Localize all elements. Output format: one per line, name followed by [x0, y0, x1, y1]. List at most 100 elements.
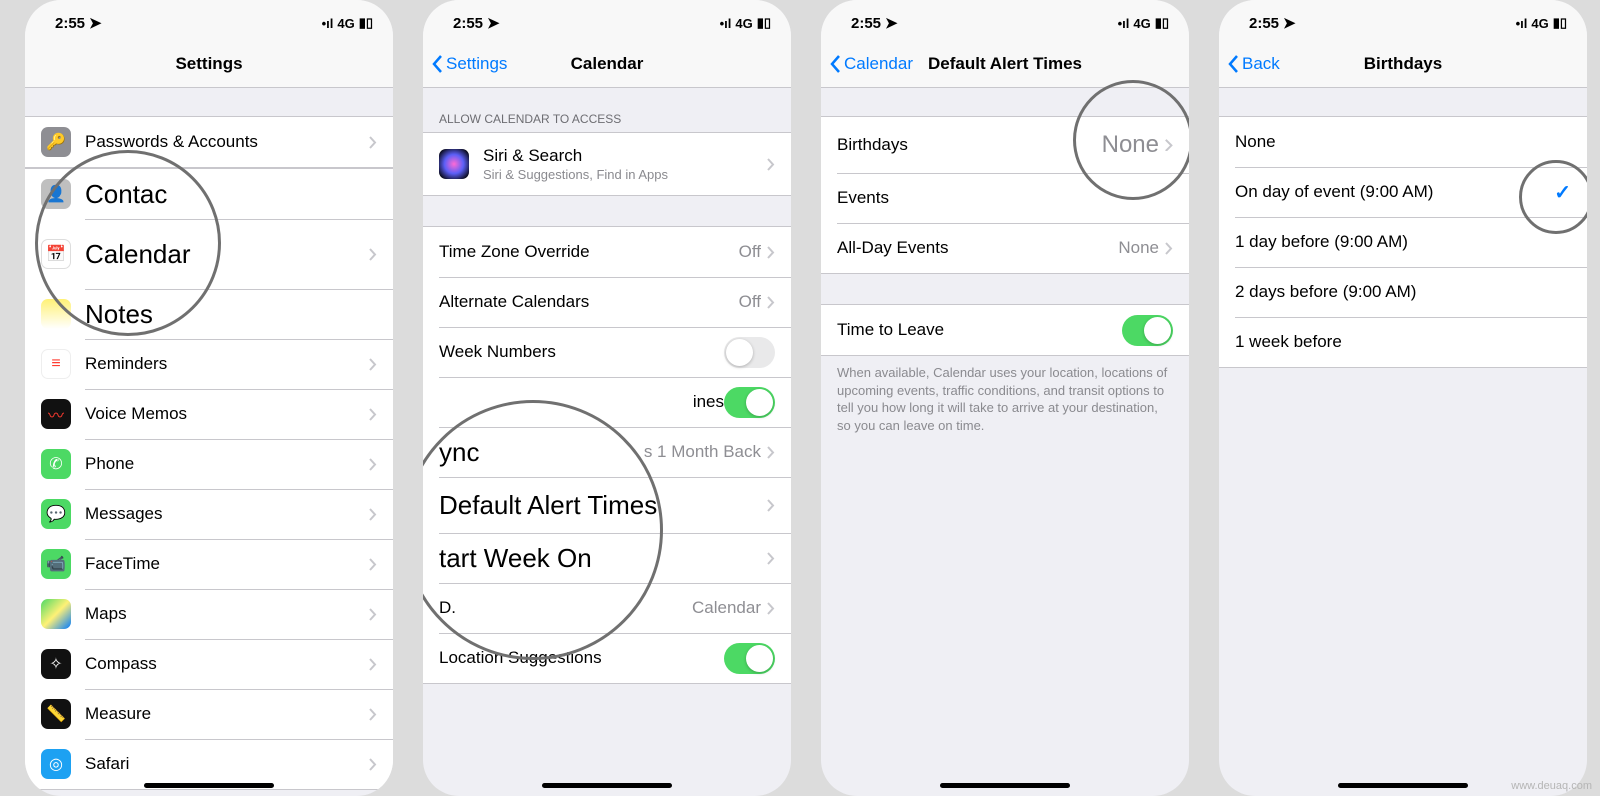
home-indicator[interactable]	[542, 783, 672, 788]
option-on-day[interactable]: On day of event (9:00 AM) ✓	[1219, 167, 1587, 217]
row-safari[interactable]: ◎ Safari	[25, 739, 393, 789]
chevron-icon	[369, 136, 377, 149]
maps-icon	[41, 599, 71, 629]
option-1-day-before[interactable]: 1 day before (9:00 AM)	[1219, 217, 1587, 267]
row-voice-memos[interactable]: 〰 Voice Memos	[25, 389, 393, 439]
option-2-days-before[interactable]: 2 days before (9:00 AM)	[1219, 267, 1587, 317]
row-siri-search[interactable]: Siri & Search Siri & Suggestions, Find i…	[423, 133, 791, 195]
row-week-numbers[interactable]: Week Numbers	[423, 327, 791, 377]
toggle-location-suggestions[interactable]	[724, 643, 775, 674]
nav-bar: Settings Calendar	[423, 40, 791, 88]
chevron-icon	[1165, 242, 1173, 255]
row-compass[interactable]: ✧ Compass	[25, 639, 393, 689]
toggle-declines[interactable]	[724, 387, 775, 418]
phone-birthdays: 2:55➤ •ıl4G▮▯ Back Birthdays None On day…	[1219, 0, 1587, 796]
row-reminders[interactable]: ≡ Reminders	[25, 339, 393, 389]
option-1-week-before[interactable]: 1 week before	[1219, 317, 1587, 367]
phone-icon: ✆	[41, 449, 71, 479]
back-button[interactable]: Settings	[431, 54, 507, 74]
signal-icon: •ıl	[322, 16, 334, 31]
section-footer: When available, Calendar uses your locat…	[821, 356, 1189, 440]
chevron-icon	[369, 248, 377, 261]
network-label: 4G	[735, 16, 752, 31]
chevron-icon	[369, 508, 377, 521]
row-calendar[interactable]: 📅 Calendar	[25, 219, 393, 289]
status-time: 2:55	[1249, 15, 1279, 32]
messages-icon: 💬	[41, 499, 71, 529]
option-none[interactable]: None	[1219, 117, 1587, 167]
row-time-to-leave[interactable]: Time to Leave	[821, 305, 1189, 355]
status-bar: 2:55➤ •ıl4G▮▯	[821, 0, 1189, 40]
phone-calendar-settings: 2:55➤ •ıl4G▮▯ Settings Calendar ALLOW CA…	[423, 0, 791, 796]
row-maps[interactable]: Maps	[25, 589, 393, 639]
battery-icon: ▮▯	[1155, 15, 1169, 31]
chevron-icon	[369, 658, 377, 671]
status-time: 2:55	[851, 15, 881, 32]
battery-icon: ▮▯	[359, 15, 373, 31]
chevron-icon	[369, 458, 377, 471]
row-facetime[interactable]: 📹 FaceTime	[25, 539, 393, 589]
row-default-calendar[interactable]: D. Calendar	[423, 583, 791, 633]
network-label: 4G	[337, 16, 354, 31]
row-show-declines[interactable]: ines	[423, 377, 791, 427]
safari-icon: ◎	[41, 749, 71, 779]
chevron-icon	[369, 358, 377, 371]
home-indicator[interactable]	[144, 783, 274, 788]
chevron-icon	[369, 708, 377, 721]
back-button[interactable]: Back	[1227, 54, 1280, 74]
location-icon: ➤	[885, 14, 898, 32]
row-notes[interactable]: Notes	[25, 289, 393, 339]
chevron-icon	[369, 558, 377, 571]
network-label: 4G	[1531, 16, 1548, 31]
row-start-week-on[interactable]: tart Week On	[423, 533, 791, 583]
row-alternate-calendars[interactable]: Alternate Calendars Off	[423, 277, 791, 327]
calendar-icon: 📅	[41, 239, 71, 269]
status-bar: 2:55➤ •ıl4G▮▯	[1219, 0, 1587, 40]
row-messages[interactable]: 💬 Messages	[25, 489, 393, 539]
row-location-suggestions[interactable]: Location Suggestions	[423, 633, 791, 683]
status-time: 2:55	[453, 15, 483, 32]
compass-icon: ✧	[41, 649, 71, 679]
section-header: ALLOW CALENDAR TO ACCESS	[423, 88, 791, 132]
checkmark-icon: ✓	[1554, 180, 1571, 205]
chevron-icon	[767, 158, 775, 171]
row-passwords-accounts[interactable]: 🔑 Passwords & Accounts	[25, 117, 393, 167]
chevron-icon	[767, 246, 775, 259]
row-sync[interactable]: ync s 1 Month Back	[423, 427, 791, 477]
key-icon: 🔑	[41, 127, 71, 157]
toggle-week-numbers[interactable]	[724, 337, 775, 368]
location-icon: ➤	[89, 14, 102, 32]
battery-icon: ▮▯	[1553, 15, 1567, 31]
back-button[interactable]: Calendar	[829, 54, 913, 74]
location-icon: ➤	[1283, 14, 1296, 32]
row-all-day-events[interactable]: All-Day Events None	[821, 223, 1189, 273]
phone-default-alert-times: 2:55➤ •ıl4G▮▯ Calendar Default Alert Tim…	[821, 0, 1189, 796]
nav-title: Birthdays	[1364, 54, 1442, 74]
row-events[interactable]: Events	[821, 173, 1189, 223]
home-indicator[interactable]	[1338, 783, 1468, 788]
row-phone[interactable]: ✆ Phone	[25, 439, 393, 489]
contacts-icon: 👤	[41, 179, 71, 209]
location-icon: ➤	[487, 14, 500, 32]
nav-bar: Settings	[25, 40, 393, 88]
signal-icon: •ıl	[1118, 16, 1130, 31]
toggle-time-to-leave[interactable]	[1122, 315, 1173, 346]
row-birthdays[interactable]: Birthdays None	[821, 117, 1189, 173]
nav-bar: Calendar Default Alert Times	[821, 40, 1189, 88]
row-default-alert-times[interactable]: Default Alert Times	[423, 477, 791, 533]
measure-icon: 📏	[41, 699, 71, 729]
status-time: 2:55	[55, 15, 85, 32]
chevron-icon	[1165, 139, 1173, 152]
voice-memos-icon: 〰	[41, 399, 71, 429]
chevron-icon	[767, 602, 775, 615]
row-contacts[interactable]: 👤 Contac	[25, 169, 393, 219]
chevron-icon	[767, 296, 775, 309]
nav-title: Default Alert Times	[928, 54, 1082, 74]
facetime-icon: 📹	[41, 549, 71, 579]
battery-icon: ▮▯	[757, 15, 771, 31]
row-measure[interactable]: 📏 Measure	[25, 689, 393, 739]
chevron-icon	[767, 499, 775, 512]
home-indicator[interactable]	[940, 783, 1070, 788]
nav-title: Calendar	[571, 54, 644, 74]
row-time-zone-override[interactable]: Time Zone Override Off	[423, 227, 791, 277]
